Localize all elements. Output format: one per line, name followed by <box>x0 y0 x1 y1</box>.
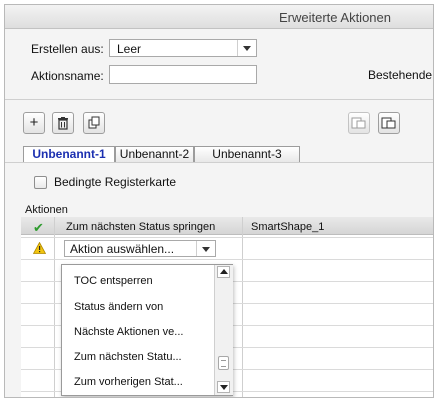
actions-section-title: Aktionen <box>25 204 68 216</box>
dropdown-item[interactable]: Status ändern von <box>74 301 163 313</box>
tabs-divider <box>5 162 433 163</box>
tab-unbenannt-1[interactable]: Unbenannt-1 <box>23 146 115 163</box>
window-title: Erweiterte Aktionen <box>278 10 391 25</box>
divider <box>5 99 433 100</box>
dropdown-item[interactable]: Zum nächsten Statu... <box>74 351 182 363</box>
dropdown-item[interactable]: TOC entsperren <box>74 275 153 287</box>
add-button[interactable]: + <box>23 112 45 134</box>
trash-icon <box>58 117 68 130</box>
paste-button[interactable] <box>378 112 400 134</box>
title-bar: Erweiterte Aktionen <box>5 5 433 29</box>
action-select-value: Aktion auswählen... <box>70 242 175 256</box>
tab-unbenannt-3[interactable]: Unbenannt-3 <box>194 146 300 163</box>
action-cell: Zum nächsten Status springen <box>66 221 216 233</box>
create-from-value: Leer <box>117 42 142 56</box>
existing-label: Bestehende <box>368 68 433 82</box>
action-select[interactable]: Aktion auswählen... <box>64 240 216 257</box>
action-name-field[interactable] <box>109 65 257 84</box>
conditional-tab-label: Bedingte Registerkarte <box>54 175 177 189</box>
chevron-down-icon <box>196 241 215 256</box>
copy-button[interactable] <box>348 112 370 134</box>
scroll-down-icon[interactable] <box>217 381 230 393</box>
duplicate-button[interactable] <box>83 112 105 134</box>
paste-icon <box>381 117 396 129</box>
duplicate-icon <box>88 116 99 129</box>
tab-unbenannt-2[interactable]: Unbenannt-2 <box>115 146 194 163</box>
create-from-label: Erstellen aus: <box>31 42 104 56</box>
copy-icon <box>351 117 366 129</box>
check-icon: ✔ <box>33 220 44 235</box>
warning-icon <box>33 242 46 254</box>
scroll-thumb[interactable] <box>218 356 229 370</box>
dropdown-scrollbar[interactable] <box>214 265 233 395</box>
action-name-label: Aktionsname: <box>31 69 104 83</box>
target-cell: SmartShape_1 <box>251 221 325 233</box>
chevron-down-icon <box>237 40 256 56</box>
create-from-select[interactable]: Leer <box>109 39 257 57</box>
dropdown-item[interactable]: Nächste Aktionen ve... <box>74 326 183 338</box>
scroll-up-icon[interactable] <box>217 266 230 278</box>
action-dropdown[interactable]: TOC entsperren Status ändern von Nächste… <box>61 264 233 396</box>
plus-icon: + <box>29 114 39 131</box>
dropdown-item[interactable]: Zum vorherigen Stat... <box>74 376 183 388</box>
conditional-tab-checkbox[interactable] <box>34 176 47 189</box>
advanced-actions-window: Erweiterte Aktionen Erstellen aus: Leer … <box>4 4 434 398</box>
delete-button[interactable] <box>52 112 74 134</box>
